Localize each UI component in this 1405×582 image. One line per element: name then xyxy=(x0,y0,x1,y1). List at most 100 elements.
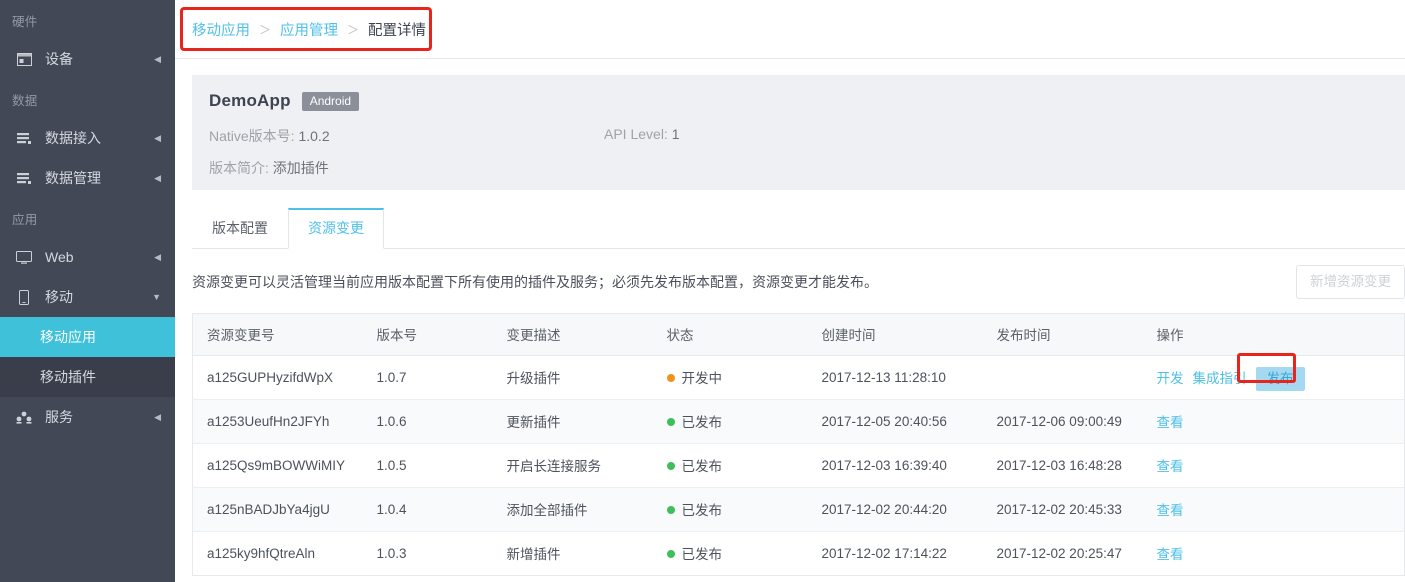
action-view-link[interactable]: 查看 xyxy=(1157,415,1184,430)
sidebar-item-label: 移动 xyxy=(45,289,73,305)
cell-change-id: a125ky9hfQtreAln xyxy=(207,545,316,561)
action-publish-link[interactable]: 发布 xyxy=(1255,367,1305,392)
cell-change-id: a125GUPHyzifdWpX xyxy=(192,355,363,400)
sidebar-item-devices[interactable]: 设备 ◀ xyxy=(0,39,175,79)
sidebar-item-data-ingest[interactable]: 数据接入 ◀ xyxy=(0,118,175,158)
action-view-link[interactable]: 查看 xyxy=(1157,459,1184,474)
cell-actions: 查看 xyxy=(1142,487,1405,532)
api-level-value: 1 xyxy=(671,126,680,142)
cell-status: 已发布 xyxy=(652,443,808,488)
table-row[interactable]: a125GUPHyzifdWpX 1.0.7 升级插件 开发中 2017-12-… xyxy=(192,352,1405,400)
tab-resource-change[interactable]: 资源变更 xyxy=(288,208,384,249)
native-version-value: 1.0.2 xyxy=(298,128,330,144)
data-list-icon xyxy=(14,129,34,147)
resource-change-description: 资源变更可以灵活管理当前应用版本配置下所有使用的插件及服务；必须先发布版本配置，… xyxy=(192,273,878,290)
cell-created-time: 2017-12-03 16:39:40 xyxy=(807,443,983,488)
table-row[interactable]: a125Qs9mBOWWiMIY 1.0.5 开启长连接服务 已发布 2017-… xyxy=(192,443,1405,488)
resource-change-table: 资源变更号 版本号 变更描述 状态 创建时间 发布时间 操作 a125GUPHy… xyxy=(192,312,1405,576)
sidebar-item-label: 数据接入 xyxy=(45,130,101,146)
sidebar-item-label: 数据管理 xyxy=(45,170,101,186)
desktop-icon xyxy=(14,248,34,266)
cell-actions: 查看 xyxy=(1142,443,1405,488)
sidebar-submenu-mobile: 移动应用 移动插件 xyxy=(0,317,175,397)
cell-version: 1.0.3 xyxy=(376,545,407,561)
status-label: 已发布 xyxy=(681,459,723,475)
sidebar-item-mobile[interactable]: 移动 ▼ xyxy=(0,277,175,317)
sidebar: 硬件 设备 ◀ 数据 数据接入 ◀ 数据管理 ◀ 应用 Web ◀ 移动 ▼ 移… xyxy=(0,0,175,582)
sidebar-group-label-hardware: 硬件 xyxy=(12,15,38,29)
page-body: DemoApp Android Native版本号: 1.0.2 API Lev… xyxy=(175,59,1405,576)
action-develop-link[interactable]: 开发 xyxy=(1157,371,1184,386)
cell-version: 1.0.7 xyxy=(362,355,493,400)
cell-status: 开发中 xyxy=(652,355,808,400)
status-dot-icon xyxy=(666,418,675,427)
cell-status: 已发布 xyxy=(652,487,808,532)
status-label: 开发中 xyxy=(681,371,723,387)
status-dot-icon xyxy=(666,550,675,559)
tab-bar: 版本配置 资源变更 xyxy=(192,208,1405,249)
cell-description: 升级插件 xyxy=(492,355,653,400)
sidebar-item-data-management[interactable]: 数据管理 ◀ xyxy=(0,158,175,198)
users-icon xyxy=(14,408,34,426)
breadcrumb-link-app-management[interactable]: 应用管理 xyxy=(280,19,338,40)
sidebar-group-label-data: 数据 xyxy=(12,94,38,108)
cell-published-time: 2017-12-03 16:48:28 xyxy=(982,443,1143,488)
table-row[interactable]: a125ky9hfQtreAln 1.0.3 新增插件 已发布 2017-12-… xyxy=(193,531,1405,575)
column-header-change-id: 资源变更号 xyxy=(192,313,363,356)
cell-created-time: 2017-12-05 20:40:56 xyxy=(807,399,983,444)
version-intro-value: 添加插件 xyxy=(272,160,329,176)
cell-created-time: 2017-12-02 17:14:22 xyxy=(821,545,947,561)
cell-created-time: 2017-12-13 11:28:10 xyxy=(807,355,983,400)
breadcrumb-separator-icon: ＞ xyxy=(259,22,272,37)
action-view-link[interactable]: 查看 xyxy=(1157,547,1184,562)
table-row[interactable]: a1253UeufHn2JFYh 1.0.6 更新插件 已发布 2017-12-… xyxy=(192,399,1405,444)
cell-description: 更新插件 xyxy=(492,399,653,444)
api-level-label: API Level: xyxy=(604,126,668,142)
cell-published-time: 2017-12-06 09:00:49 xyxy=(982,399,1143,444)
chevron-left-icon: ◀ xyxy=(154,53,161,64)
sidebar-item-label: Web xyxy=(45,249,74,265)
sidebar-group-label-application: 应用 xyxy=(12,213,38,227)
cell-change-id: a125Qs9mBOWWiMIY xyxy=(192,443,363,488)
app-meta-row-1: Native版本号: 1.0.2 API Level: 1 xyxy=(209,126,1385,146)
version-intro-label: 版本简介: xyxy=(209,160,269,176)
api-level-field: API Level: 1 xyxy=(604,126,680,146)
add-resource-change-button[interactable]: 新增资源变更 xyxy=(1296,264,1405,299)
table-header-row: 资源变更号 版本号 变更描述 状态 创建时间 发布时间 操作 xyxy=(192,313,1405,356)
column-header-version: 版本号 xyxy=(362,313,493,356)
column-header-created-time: 创建时间 xyxy=(807,313,983,356)
app-root: 硬件 设备 ◀ 数据 数据接入 ◀ 数据管理 ◀ 应用 Web ◀ 移动 ▼ 移… xyxy=(0,0,1405,582)
cell-actions: 开发 集成指引 发布 xyxy=(1142,352,1405,400)
chevron-left-icon: ◀ xyxy=(154,172,161,183)
column-header-description: 变更描述 xyxy=(492,313,653,356)
action-view-link[interactable]: 查看 xyxy=(1157,503,1184,518)
sidebar-item-mobile-plugin[interactable]: 移动插件 xyxy=(0,357,175,397)
sidebar-item-web[interactable]: Web ◀ xyxy=(0,237,175,277)
sidebar-item-mobile-app[interactable]: 移动应用 xyxy=(0,317,175,357)
monitor-window-icon xyxy=(14,50,34,68)
cell-description: 开启长连接服务 xyxy=(492,443,653,488)
cell-published-time: 2017-12-02 20:45:33 xyxy=(982,487,1143,532)
sidebar-item-label: 设备 xyxy=(45,51,73,67)
cell-actions: 查看 xyxy=(1143,531,1405,575)
cell-status: 已发布 xyxy=(652,399,808,444)
column-header-actions: 操作 xyxy=(1142,313,1405,356)
column-header-published-time: 发布时间 xyxy=(982,313,1143,356)
cell-description: 新增插件 xyxy=(506,547,561,563)
native-version-label: Native版本号: xyxy=(209,128,295,144)
cell-change-id: a125nBADJbYa4jgU xyxy=(192,487,363,532)
table-row[interactable]: a125nBADJbYa4jgU 1.0.4 添加全部插件 已发布 2017-1… xyxy=(192,487,1405,532)
native-version-field: Native版本号: 1.0.2 xyxy=(209,126,604,146)
status-badge-platform: Android xyxy=(301,91,360,111)
status-dot-icon xyxy=(666,506,675,515)
page-title: DemoApp xyxy=(209,91,291,110)
tab-version-config[interactable]: 版本配置 xyxy=(192,208,288,249)
sidebar-item-service[interactable]: 服务 ◀ xyxy=(0,397,175,437)
toolbar-row: 资源变更可以灵活管理当前应用版本配置下所有使用的插件及服务；必须先发布版本配置，… xyxy=(192,249,1405,313)
sidebar-item-label: 服务 xyxy=(45,409,73,425)
action-integration-guide-link[interactable]: 集成指引 xyxy=(1193,371,1247,386)
chevron-left-icon: ◀ xyxy=(154,251,161,262)
breadcrumb-link-mobile-app[interactable]: 移动应用 xyxy=(192,19,250,40)
sidebar-subitem-label: 移动插件 xyxy=(40,369,96,385)
cell-version: 1.0.5 xyxy=(362,443,493,488)
